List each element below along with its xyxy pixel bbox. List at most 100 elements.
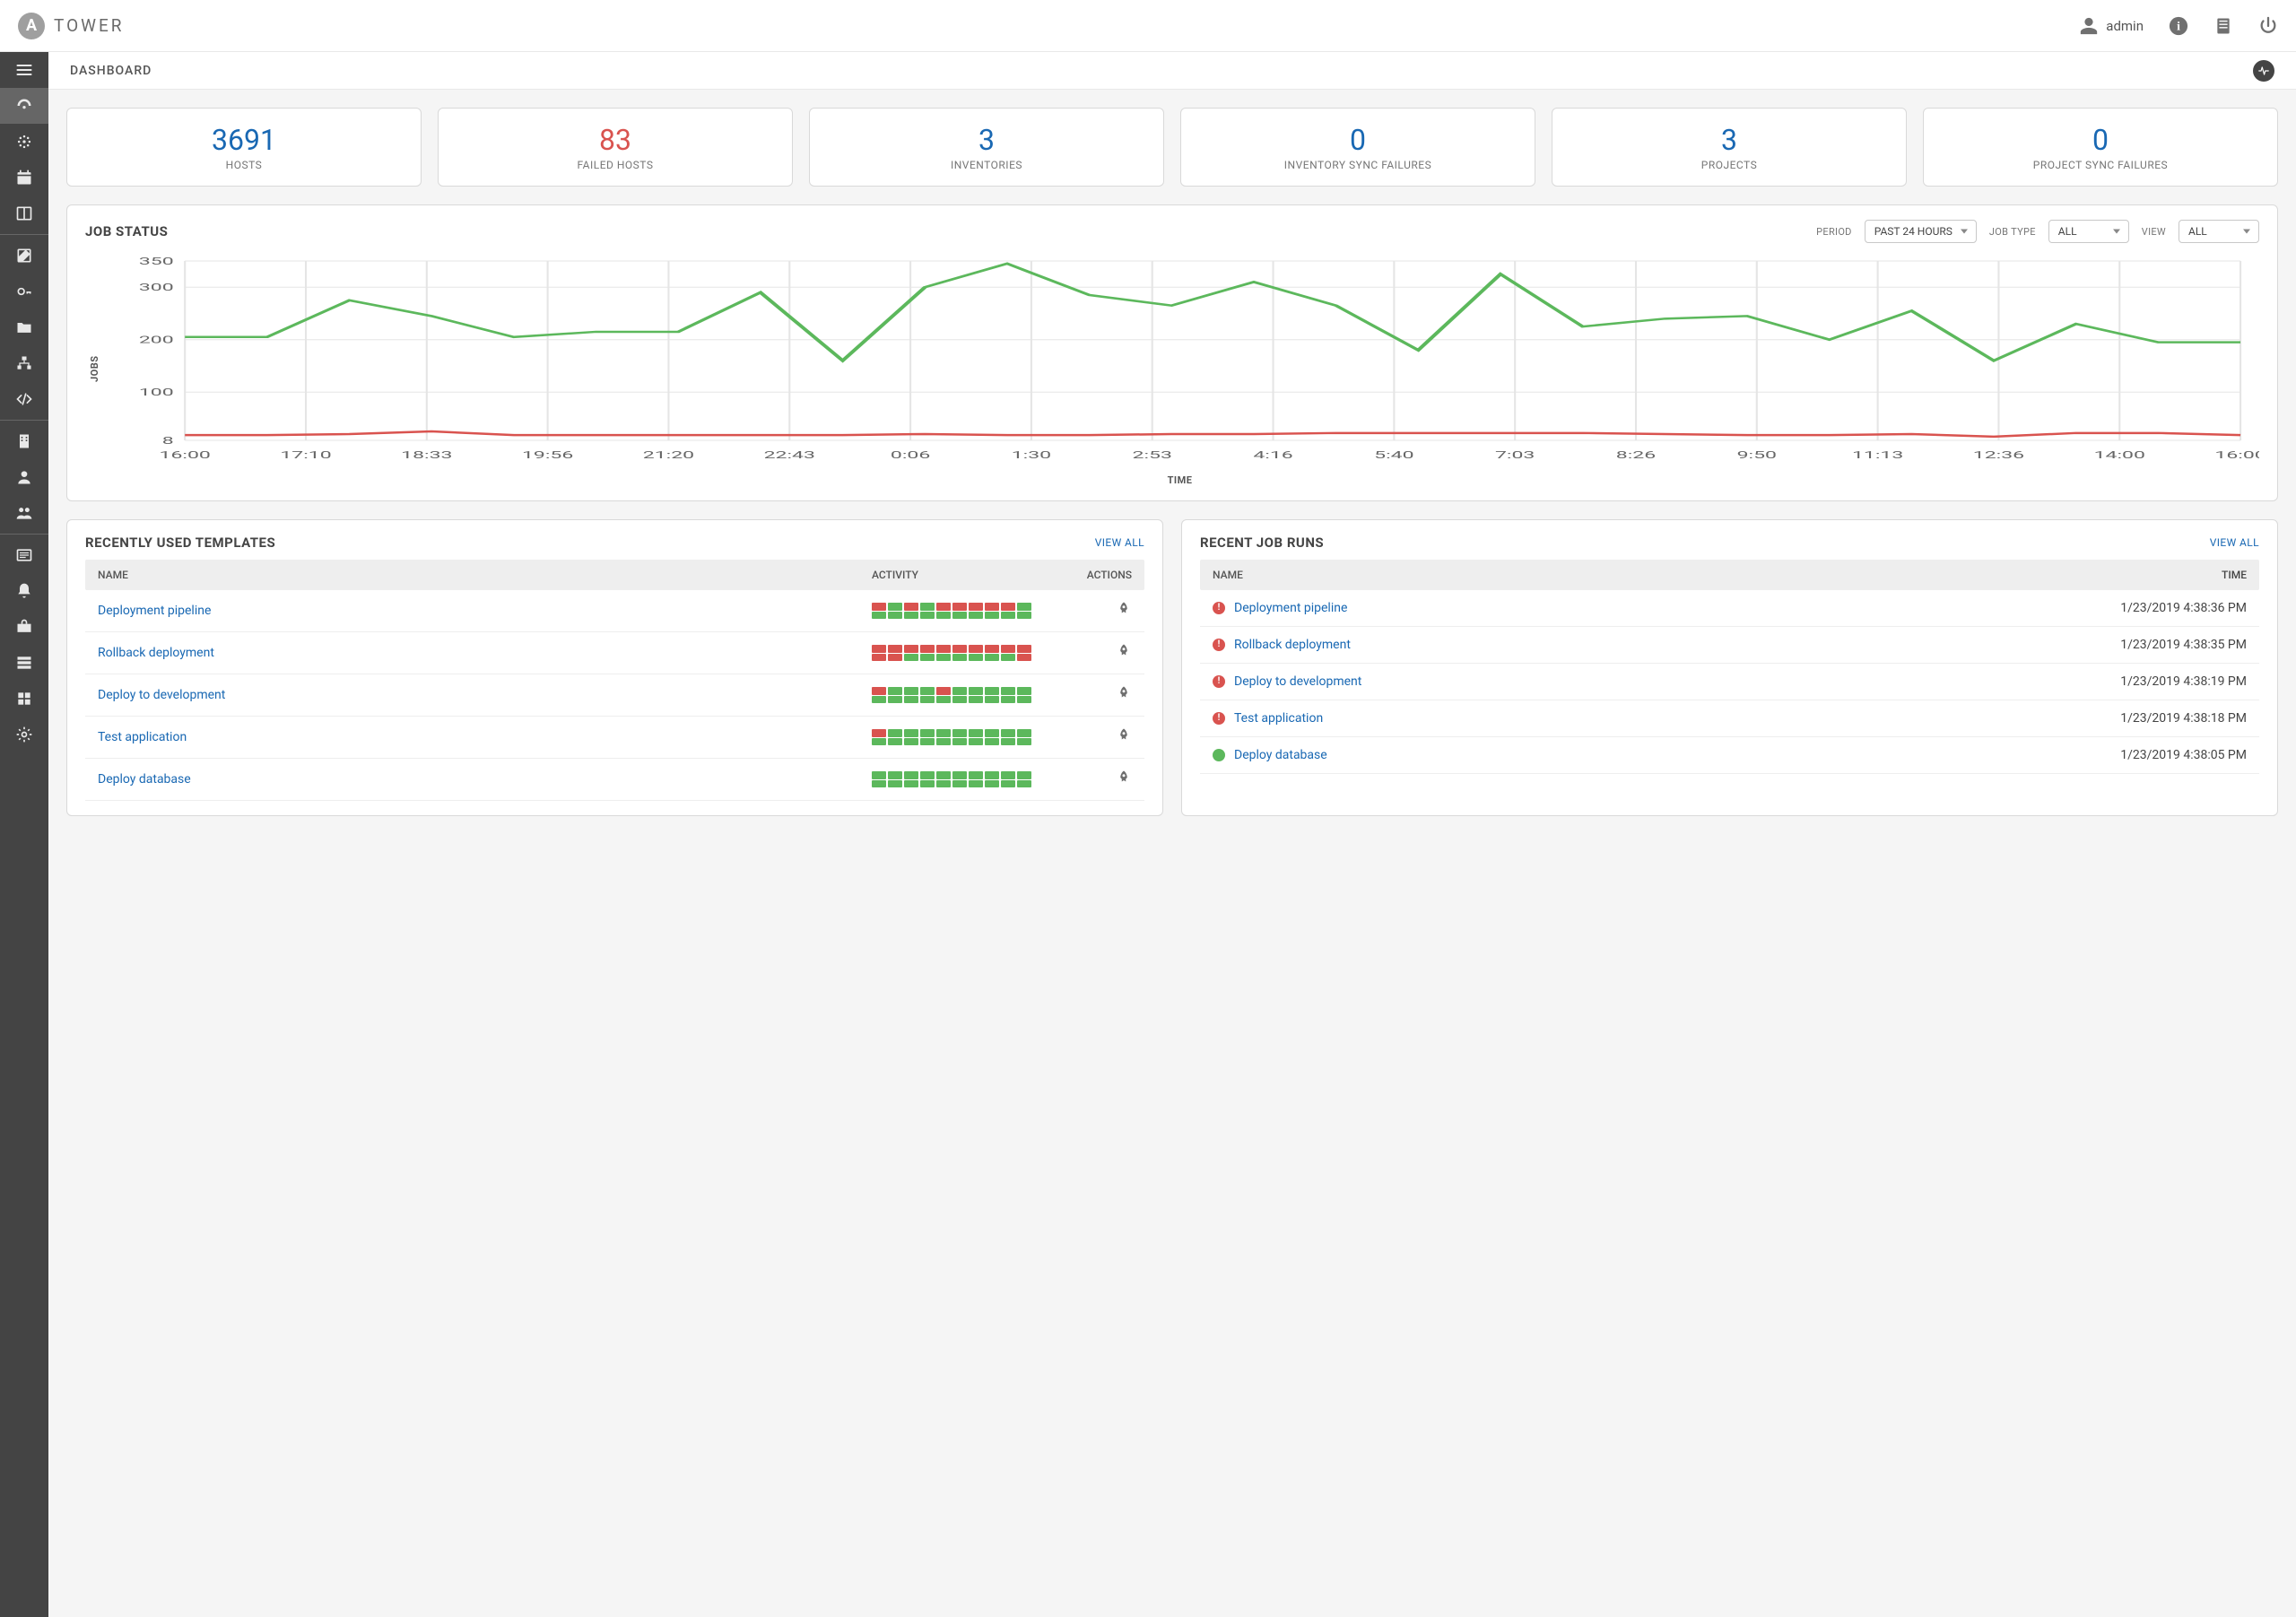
stat-card[interactable]: 3 INVENTORIES xyxy=(809,108,1164,187)
nav-dashboard[interactable] xyxy=(0,88,48,124)
power-icon[interactable] xyxy=(2258,16,2278,36)
sidebar-toggle[interactable] xyxy=(0,52,48,88)
jobs-table-head: NAME TIME xyxy=(1200,560,2259,590)
launch-button[interactable] xyxy=(1116,691,1132,705)
info-icon[interactable]: i xyxy=(2169,16,2188,36)
jobtype-select[interactable]: ALL xyxy=(2048,220,2129,243)
nav-management-jobs[interactable] xyxy=(0,609,48,645)
status-dot-icon xyxy=(1213,639,1225,651)
recent-jobs-title: RECENT JOB RUNS xyxy=(1200,535,1324,551)
period-select[interactable]: PAST 24 HOURS xyxy=(1865,220,1977,243)
nav-organizations[interactable] xyxy=(0,423,48,459)
brand[interactable]: A TOWER xyxy=(18,13,125,39)
svg-text:19:56: 19:56 xyxy=(522,449,573,461)
svg-text:9:50: 9:50 xyxy=(1737,449,1777,461)
template-link[interactable]: Deployment pipeline xyxy=(98,604,211,618)
stat-value: 0 xyxy=(1933,123,2268,157)
template-link[interactable]: Deploy to development xyxy=(98,688,225,702)
launch-button[interactable] xyxy=(1116,606,1132,621)
activity-spark xyxy=(1017,687,1031,703)
templates-view-all-link[interactable]: VIEW ALL xyxy=(1095,536,1144,549)
job-link[interactable]: Deploy to development xyxy=(1234,674,1361,689)
template-link[interactable]: Test application xyxy=(98,730,187,744)
job-time: 1/23/2019 4:38:05 PM xyxy=(2076,748,2247,762)
jobs-view-all-link[interactable]: VIEW ALL xyxy=(2210,536,2259,549)
jobtype-label: JOB TYPE xyxy=(1989,226,2036,238)
job-link[interactable]: Deploy database xyxy=(1234,748,1327,762)
template-link[interactable]: Deploy database xyxy=(98,772,191,787)
activity-spark xyxy=(1001,603,1015,619)
nav-templates[interactable] xyxy=(0,238,48,274)
template-link[interactable]: Rollback deployment xyxy=(98,646,214,660)
nav-instance-groups[interactable] xyxy=(0,645,48,681)
nav-teams[interactable] xyxy=(0,495,48,531)
stat-label: FAILED HOSTS xyxy=(448,159,783,171)
activity-spark xyxy=(888,729,902,745)
activity-spark xyxy=(985,729,999,745)
svg-text:2:53: 2:53 xyxy=(1133,449,1172,461)
activity-spark xyxy=(952,645,967,661)
activity-spark xyxy=(952,771,967,787)
nav-inventory-scripts[interactable] xyxy=(0,381,48,417)
sidebar xyxy=(0,52,48,1617)
activity-spark xyxy=(872,603,886,619)
activity-spark xyxy=(1001,771,1015,787)
job-row: Deploy to development 1/23/2019 4:38:19 … xyxy=(1200,664,2259,700)
stat-card[interactable]: 83 FAILED HOSTS xyxy=(438,108,793,187)
activity-spark xyxy=(872,771,886,787)
launch-button[interactable] xyxy=(1116,775,1132,789)
activity-spark xyxy=(888,645,902,661)
job-time: 1/23/2019 4:38:35 PM xyxy=(2076,638,2247,652)
stat-card[interactable]: 0 PROJECT SYNC FAILURES xyxy=(1923,108,2278,187)
job-link[interactable]: Test application xyxy=(1234,711,1323,726)
nav-settings[interactable] xyxy=(0,717,48,752)
nav-projects[interactable] xyxy=(0,309,48,345)
job-row: Test application 1/23/2019 4:38:18 PM xyxy=(1200,700,2259,737)
stat-value: 3 xyxy=(819,123,1154,157)
nav-notifications[interactable] xyxy=(0,573,48,609)
svg-text:18:33: 18:33 xyxy=(401,449,452,461)
activity-spark xyxy=(920,729,935,745)
job-row: Rollback deployment 1/23/2019 4:38:35 PM xyxy=(1200,627,2259,664)
activity-spark xyxy=(872,645,886,661)
view-label: VIEW xyxy=(2142,226,2166,238)
stat-card[interactable]: 3 PROJECTS xyxy=(1552,108,1907,187)
launch-button[interactable] xyxy=(1116,733,1132,747)
nav-portal[interactable] xyxy=(0,196,48,231)
nav-credential-types[interactable] xyxy=(0,537,48,573)
view-select[interactable]: ALL xyxy=(2179,220,2259,243)
user-menu[interactable]: admin xyxy=(2079,16,2144,36)
top-header: A TOWER admin i xyxy=(0,0,2296,52)
stat-value: 3 xyxy=(1561,123,1897,157)
svg-text:21:20: 21:20 xyxy=(643,449,694,461)
nav-credentials[interactable] xyxy=(0,274,48,309)
stat-label: HOSTS xyxy=(76,159,412,171)
svg-text:22:43: 22:43 xyxy=(764,449,815,461)
nav-users[interactable] xyxy=(0,459,48,495)
activity-spark xyxy=(904,771,918,787)
stat-card[interactable]: 3691 HOSTS xyxy=(66,108,422,187)
chart-xlabel: TIME xyxy=(100,474,2259,486)
job-row: Deploy database 1/23/2019 4:38:05 PM xyxy=(1200,737,2259,774)
activity-spark xyxy=(969,687,983,703)
period-label: PERIOD xyxy=(1816,226,1852,238)
launch-button[interactable] xyxy=(1116,648,1132,663)
docs-icon[interactable] xyxy=(2213,16,2233,36)
template-row: Deploy to development xyxy=(85,674,1144,717)
job-link[interactable]: Rollback deployment xyxy=(1234,638,1351,652)
top-right-controls: admin i xyxy=(2079,16,2278,36)
nav-applications[interactable] xyxy=(0,681,48,717)
job-link[interactable]: Deployment pipeline xyxy=(1234,601,1347,615)
nav-jobs[interactable] xyxy=(0,124,48,160)
svg-text:100: 100 xyxy=(139,387,174,398)
activity-spark xyxy=(888,687,902,703)
stat-value: 0 xyxy=(1190,123,1526,157)
nav-schedules[interactable] xyxy=(0,160,48,196)
nav-inventories[interactable] xyxy=(0,345,48,381)
stat-card[interactable]: 0 INVENTORY SYNC FAILURES xyxy=(1180,108,1535,187)
template-row: Deploy database xyxy=(85,759,1144,801)
activity-stream-icon[interactable] xyxy=(2253,60,2274,82)
activity-spark xyxy=(952,687,967,703)
svg-text:11:13: 11:13 xyxy=(1852,449,1903,461)
stat-label: INVENTORY SYNC FAILURES xyxy=(1190,159,1526,171)
